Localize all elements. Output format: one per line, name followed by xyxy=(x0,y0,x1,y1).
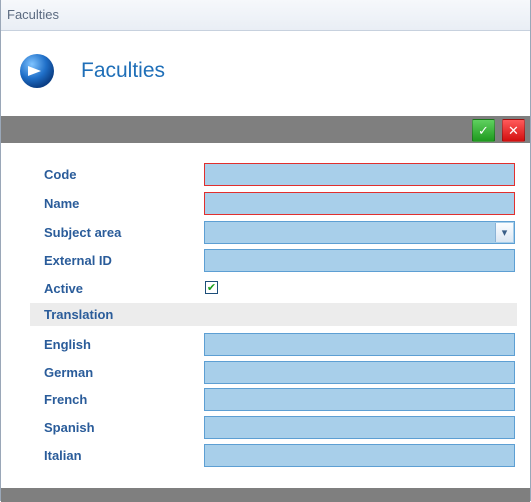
english-row: English xyxy=(30,333,517,356)
code-field[interactable] xyxy=(204,163,515,186)
translation-section-header: Translation xyxy=(30,303,517,326)
close-x-icon: ✕ xyxy=(508,122,519,138)
french-label: French xyxy=(44,392,88,407)
spanish-label: Spanish xyxy=(44,420,95,435)
english-label: English xyxy=(44,337,91,352)
close-button[interactable]: ✕ xyxy=(502,119,525,142)
external-id-label: External ID xyxy=(44,253,112,268)
spanish-field[interactable] xyxy=(204,416,515,439)
subject-area-row: Subject area ▾ xyxy=(30,221,517,244)
italian-label: Italian xyxy=(44,448,82,463)
save-check-icon: ✓ xyxy=(478,122,489,138)
german-row: German xyxy=(30,361,517,384)
external-id-row: External ID xyxy=(30,249,517,272)
name-label: Name xyxy=(44,196,80,211)
active-row: Active ✔ xyxy=(30,277,517,300)
active-checkbox[interactable]: ✔ xyxy=(205,281,218,294)
chevron-down-icon[interactable]: ▾ xyxy=(495,223,513,242)
spanish-row: Spanish xyxy=(30,416,517,439)
english-field[interactable] xyxy=(204,333,515,356)
window-title: Faculties xyxy=(1,0,530,31)
italian-field[interactable] xyxy=(204,444,515,467)
code-label: Code xyxy=(44,167,77,182)
name-row: Name xyxy=(30,192,517,215)
check-icon: ✔ xyxy=(206,282,217,294)
toolbar: ✓ ✕ xyxy=(1,116,530,143)
name-field[interactable] xyxy=(204,192,515,215)
italian-row: Italian xyxy=(30,444,517,467)
active-label: Active xyxy=(44,281,84,296)
subject-area-select[interactable]: ▾ xyxy=(204,221,515,244)
page-title: Faculties xyxy=(81,59,166,82)
code-row: Code xyxy=(30,163,517,186)
french-field[interactable] xyxy=(204,388,515,411)
arrow-orb-icon xyxy=(20,54,54,88)
subject-area-label: Subject area xyxy=(44,225,122,240)
french-row: French xyxy=(30,388,517,411)
translation-section-label: Translation xyxy=(44,307,114,322)
german-field[interactable] xyxy=(204,361,515,384)
save-button[interactable]: ✓ xyxy=(472,119,495,142)
page-header: Faculties xyxy=(1,31,530,115)
footer-bar xyxy=(1,488,530,502)
german-label: German xyxy=(44,365,94,380)
faculties-window: Faculties Faculties ✓ ✕ Code Name Subjec… xyxy=(0,0,531,502)
external-id-field[interactable] xyxy=(204,249,515,272)
